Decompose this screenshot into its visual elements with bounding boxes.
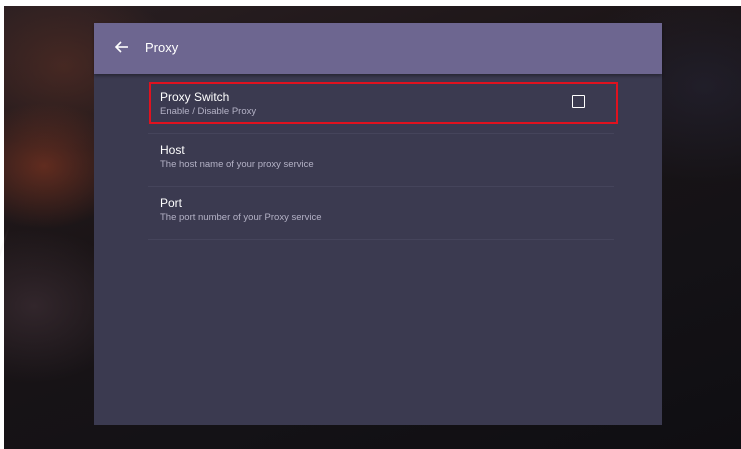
wallpaper-streak [0,226,10,408]
proxy-switch-checkbox[interactable] [572,95,585,108]
preference-list: Proxy Switch Enable / Disable Proxy Host… [148,81,614,240]
proxy-switch-title: Proxy Switch [160,90,230,104]
port-summary: The port number of your Proxy service [160,212,322,223]
host-title: Host [160,143,185,157]
port-title: Port [160,196,183,210]
host-summary: The host name of your proxy service [160,159,314,170]
settings-panel: Proxy Proxy Switch Enable / Disable Prox… [94,23,662,425]
port-item[interactable]: Port The port number of your Proxy servi… [148,187,614,240]
app-bar: Proxy [94,23,662,74]
host-item[interactable]: Host The host name of your proxy service [148,134,614,187]
proxy-switch-summary: Enable / Disable Proxy [160,106,257,117]
page-title: Proxy [145,40,179,55]
arrow-left-icon[interactable] [114,38,130,56]
proxy-switch-item[interactable]: Proxy Switch Enable / Disable Proxy [148,81,614,134]
